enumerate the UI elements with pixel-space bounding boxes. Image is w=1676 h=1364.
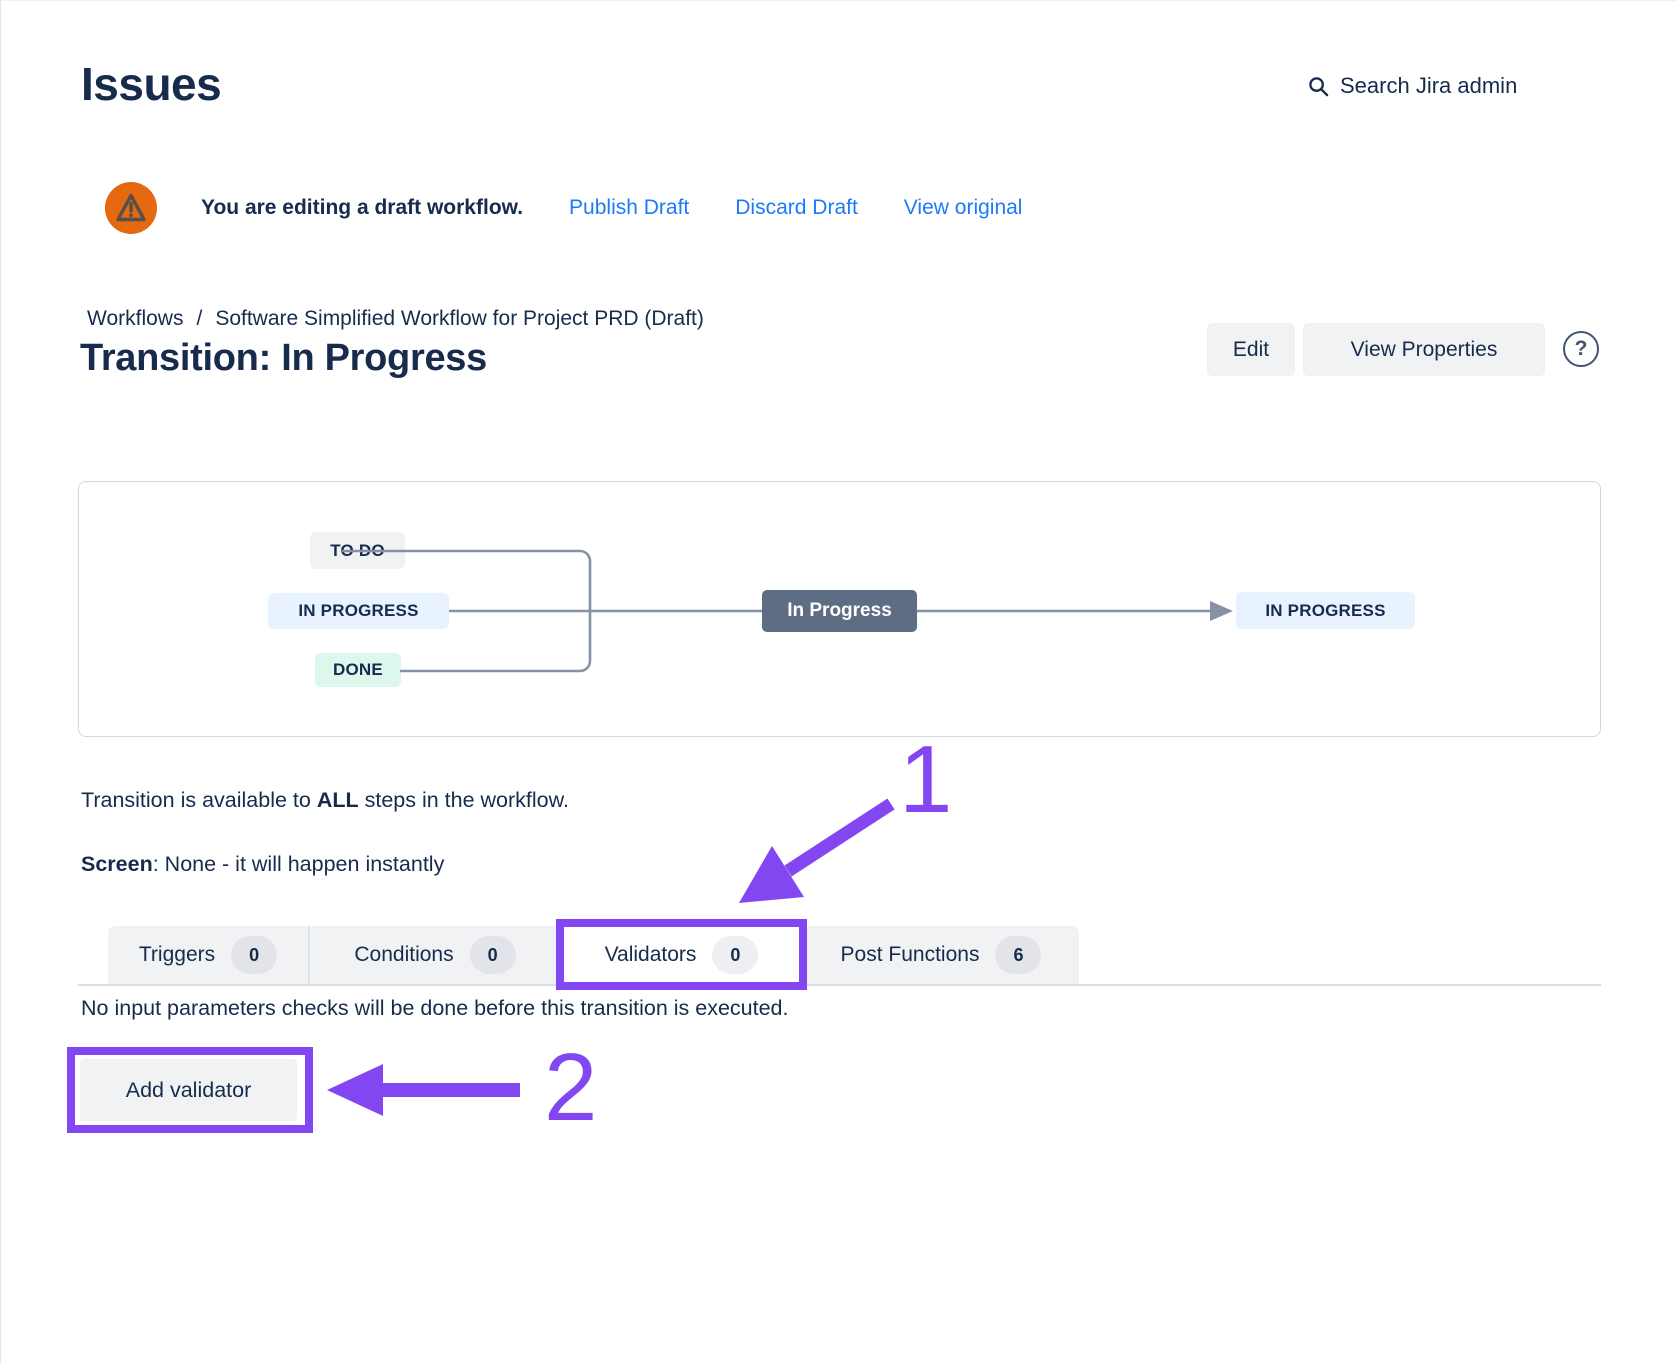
breadcrumb-workflows[interactable]: Workflows <box>87 307 183 331</box>
tab-triggers-count: 0 <box>231 936 277 974</box>
add-validator-wrap: Add validator <box>80 1059 297 1121</box>
availability-suffix: steps in the workflow. <box>359 788 569 812</box>
availability-prefix: Transition is available to <box>81 788 317 812</box>
draft-banner: You are editing a draft workflow. Publis… <box>105 182 1022 234</box>
add-validator-button[interactable]: Add validator <box>80 1059 297 1121</box>
edit-button[interactable]: Edit <box>1207 323 1295 376</box>
tab-validators-count: 0 <box>712 936 758 974</box>
tab-triggers[interactable]: Triggers 0 <box>108 926 308 984</box>
view-original-link[interactable]: View original <box>904 196 1023 220</box>
breadcrumb: Workflows / Software Simplified Workflow… <box>87 307 704 331</box>
search-jira-admin[interactable]: Search Jira admin <box>1307 73 1517 99</box>
availability-all: ALL <box>317 788 359 812</box>
tab-triggers-label: Triggers <box>139 943 215 967</box>
draft-banner-message: You are editing a draft workflow. <box>201 196 523 220</box>
help-icon[interactable]: ? <box>1563 331 1599 367</box>
validators-empty-message: No input parameters checks will be done … <box>81 996 788 1021</box>
transition-tabs: Triggers 0 Conditions 0 Validators 0 Pos… <box>108 926 1079 984</box>
tab-validators[interactable]: Validators 0 <box>560 926 803 984</box>
search-icon <box>1307 75 1330 98</box>
breadcrumb-current: Software Simplified Workflow for Project… <box>215 307 704 331</box>
transition-title: Transition: In Progress <box>80 337 487 380</box>
publish-draft-link[interactable]: Publish Draft <box>569 196 689 220</box>
view-properties-button[interactable]: View Properties <box>1303 323 1545 376</box>
transition-chip: In Progress <box>762 590 917 632</box>
discard-draft-link[interactable]: Discard Draft <box>735 196 858 220</box>
breadcrumb-separator: / <box>196 307 202 331</box>
workflow-diagram: TO DO IN PROGRESS DONE In Progress IN PR… <box>78 481 1601 737</box>
availability-text: Transition is available to ALL steps in … <box>81 788 569 813</box>
tab-conditions-label: Conditions <box>354 943 453 967</box>
tabs-divider <box>78 984 1601 986</box>
tab-post-functions-count: 6 <box>995 936 1041 974</box>
status-badge-in-progress: IN PROGRESS <box>268 593 449 629</box>
screen-text: Screen: None - it will happen instantly <box>81 852 444 877</box>
tab-post-functions[interactable]: Post Functions 6 <box>803 926 1079 984</box>
status-badge-done: DONE <box>315 653 401 687</box>
jira-admin-page: Issues Search Jira admin You are editing… <box>0 0 1676 1364</box>
tab-conditions[interactable]: Conditions 0 <box>308 926 560 984</box>
screen-value: : None - it will happen instantly <box>153 852 445 876</box>
search-label: Search Jira admin <box>1340 73 1517 99</box>
page-title: Issues <box>81 57 221 111</box>
tab-post-functions-label: Post Functions <box>841 943 980 967</box>
status-badge-target: IN PROGRESS <box>1236 592 1415 629</box>
annotation-number-1: 1 <box>899 732 952 828</box>
warning-icon <box>105 182 157 234</box>
screen-label: Screen <box>81 852 153 876</box>
tab-validators-label: Validators <box>605 943 697 967</box>
tab-conditions-count: 0 <box>470 936 516 974</box>
annotation-number-2: 2 <box>544 1040 597 1136</box>
status-badge-todo: TO DO <box>310 532 405 569</box>
